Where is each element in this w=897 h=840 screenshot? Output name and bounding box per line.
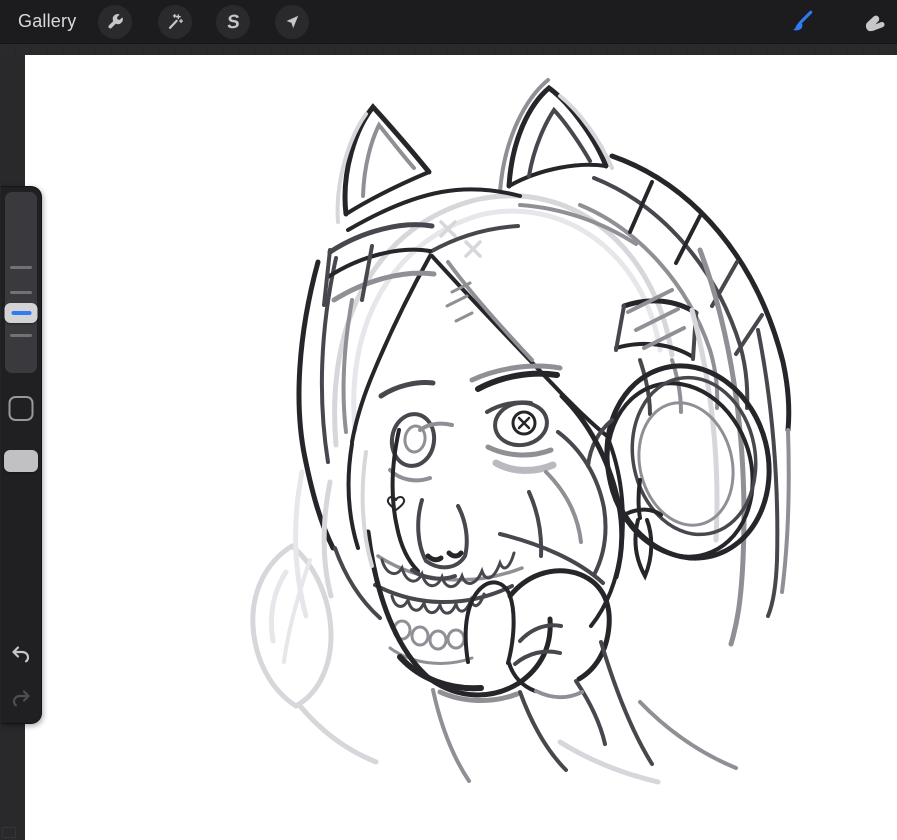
paint-tool-button[interactable] bbox=[785, 6, 817, 38]
artwork-svg bbox=[25, 55, 897, 840]
brush-size-slider[interactable] bbox=[5, 192, 37, 373]
paintbrush-icon bbox=[786, 7, 816, 37]
actions-button[interactable] bbox=[98, 5, 132, 39]
adjustments-button[interactable] bbox=[158, 5, 192, 39]
drawing-canvas[interactable] bbox=[25, 55, 897, 840]
redo-icon bbox=[9, 686, 33, 710]
size-tick bbox=[10, 266, 32, 269]
transform-button[interactable] bbox=[275, 5, 309, 39]
selection-s-icon: S bbox=[226, 12, 241, 32]
smudge-finger-icon bbox=[860, 8, 888, 36]
modify-button[interactable] bbox=[9, 396, 34, 421]
top-toolbar: Gallery S bbox=[0, 0, 897, 44]
size-tick bbox=[10, 334, 32, 337]
gallery-button[interactable]: Gallery bbox=[18, 0, 76, 43]
undo-icon bbox=[9, 642, 33, 666]
size-handle-accent-dash bbox=[11, 311, 31, 316]
workspace-background bbox=[0, 43, 897, 55]
redo-button[interactable] bbox=[7, 684, 35, 712]
opacity-handle[interactable] bbox=[4, 450, 38, 472]
size-tick bbox=[10, 291, 32, 294]
sidebar-panel bbox=[1, 186, 42, 724]
corner-grid-icon bbox=[2, 827, 16, 838]
brush-size-handle[interactable] bbox=[5, 303, 38, 323]
selection-button[interactable]: S bbox=[216, 5, 250, 39]
undo-button[interactable] bbox=[7, 640, 35, 668]
magic-wand-icon bbox=[165, 12, 185, 32]
transform-arrow-icon bbox=[282, 12, 302, 32]
smudge-tool-button[interactable] bbox=[858, 6, 890, 38]
wrench-icon bbox=[105, 12, 125, 32]
